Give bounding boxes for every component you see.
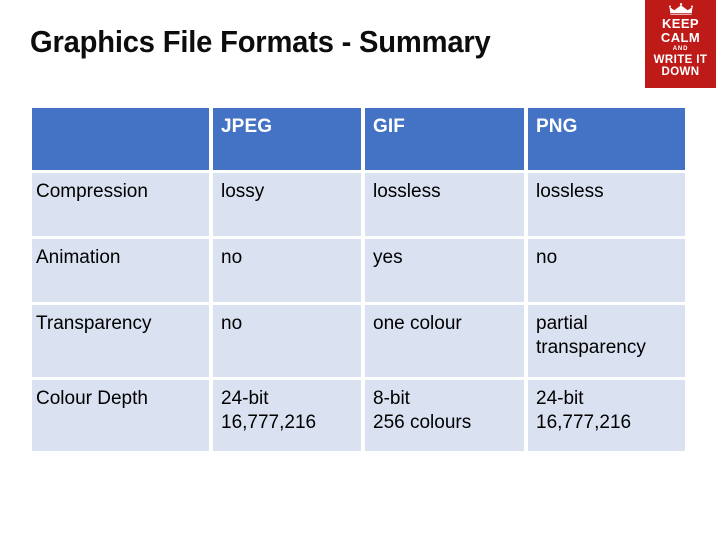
cell-colour-depth-jpeg: 24-bit 16,777,216 [213, 380, 361, 451]
table-row: Compression lossy lossless lossless [32, 173, 685, 236]
cell-colour-depth-jpeg-line2: 16,777,216 [221, 411, 317, 433]
table-row: Colour Depth 24-bit 16,777,216 8-bit 256… [32, 380, 685, 451]
row-label-animation: Animation [32, 239, 209, 302]
cell-colour-depth-gif: 8-bit 256 colours [365, 380, 524, 451]
table-body: Compression lossy lossless lossless Anim… [32, 173, 685, 451]
cell-compression-jpeg: lossy [213, 173, 361, 236]
cell-animation-gif: yes [365, 239, 524, 302]
table-row: Transparency no one colour partial trans… [32, 305, 685, 377]
table-header: JPEG GIF PNG [32, 108, 685, 170]
cell-colour-depth-gif-line2: 256 colours [373, 411, 472, 433]
keep-calm-poster: KEEP CALM AND WRITE IT DOWN [645, 0, 716, 88]
poster-line-calm: CALM [660, 30, 701, 46]
cell-colour-depth-gif-line1: 8-bit [373, 388, 410, 409]
cell-transparency-png: partial transparency [528, 305, 685, 377]
table-header-gif: GIF [365, 108, 524, 170]
cell-transparency-gif: one colour [365, 305, 524, 377]
cell-colour-depth-png-line2: 16,777,216 [536, 411, 632, 433]
cell-animation-jpeg: no [213, 239, 361, 302]
row-label-compression: Compression [32, 173, 209, 236]
poster-line-down: DOWN [661, 65, 700, 78]
poster-line-write: WRITE IT [653, 53, 708, 66]
cell-compression-png: lossless [528, 173, 685, 236]
cell-transparency-jpeg: no [213, 305, 361, 377]
row-label-colour-depth: Colour Depth [32, 380, 209, 451]
crown-icon [668, 3, 693, 15]
table-header-png: PNG [528, 108, 685, 170]
cell-compression-gif: lossless [365, 173, 524, 236]
cell-colour-depth-jpeg-line1: 24-bit [221, 388, 269, 409]
table-row: Animation no yes no [32, 239, 685, 302]
graphics-format-comparison-table: JPEG GIF PNG Compression lossy lossless … [28, 105, 689, 454]
table-header-jpeg: JPEG [213, 108, 361, 170]
table-header-row: JPEG GIF PNG [32, 108, 685, 170]
poster-line-and: AND [672, 46, 689, 53]
cell-colour-depth-png-line1: 24-bit [536, 388, 584, 409]
table-header-blank [32, 108, 209, 170]
cell-colour-depth-png: 24-bit 16,777,216 [528, 380, 685, 451]
cell-transparency-png-line1: partial [536, 313, 588, 334]
page-title: Graphics File Formats - Summary [30, 24, 491, 59]
row-label-transparency: Transparency [32, 305, 209, 377]
cell-animation-png: no [528, 239, 685, 302]
cell-transparency-png-line2: transparency [536, 336, 646, 358]
poster-line-keep: KEEP [661, 16, 699, 31]
